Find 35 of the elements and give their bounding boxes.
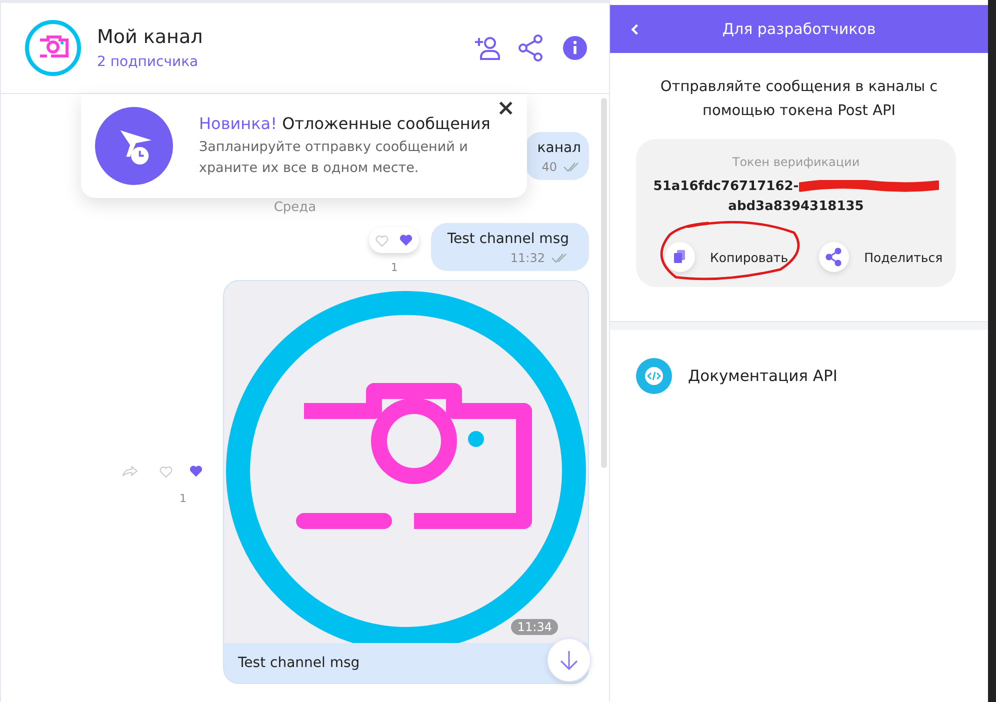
read-checkmarks-icon — [563, 162, 581, 172]
message-text: Test channel msg — [237, 654, 361, 673]
api-docs-link[interactable]: Документация API — [688, 367, 838, 385]
code-gear-icon — [636, 358, 672, 394]
panel-description: Отправляйте сообщения в каналы с помощью токена Post API — [659, 78, 939, 121]
token-label: Токен верификации — [732, 155, 860, 169]
popup-text: Запланируйте отправку сообщений и храните их все в одном месте. — [199, 138, 469, 178]
share-icon[interactable] — [818, 241, 850, 273]
action-link[interactable]: Копировать — [710, 250, 788, 264]
subscriber-count[interactable]: 2 подписчика — [97, 54, 457, 70]
send-clock-icon — [95, 107, 173, 185]
reaction-count: 1 — [180, 492, 186, 505]
copy-icon[interactable] — [664, 241, 696, 273]
panel-title: Для разработчиков — [722, 20, 876, 38]
channel-name: Мой канал — [97, 26, 204, 48]
heart-icon[interactable] — [399, 234, 414, 246]
date-separator: Среда — [274, 200, 316, 215]
message-time: 40 — [542, 160, 557, 174]
channel-avatar — [23, 18, 83, 78]
read-checkmarks-icon — [551, 253, 569, 263]
popup-title: Новинка! Отложенные сообщения — [199, 114, 492, 132]
info-icon[interactable] — [561, 34, 589, 62]
token-text: abd3a8394318135 — [728, 198, 864, 216]
close-button[interactable]: × — [492, 96, 519, 121]
share-icon[interactable] — [517, 34, 545, 62]
message-time: 11:34 — [511, 619, 558, 635]
action-link[interactable]: Поделиться — [864, 250, 943, 264]
back-icon[interactable] — [630, 22, 639, 36]
token-text: 51a16fdc76717162- — [653, 178, 799, 196]
heart-icon[interactable] — [189, 465, 203, 477]
message-text: канал — [537, 140, 581, 156]
add-user-icon[interactable] — [473, 34, 501, 62]
message-time: 11:32 — [510, 251, 545, 265]
message-text: Test channel msg — [447, 231, 569, 247]
reaction-count: 1 — [390, 261, 398, 274]
